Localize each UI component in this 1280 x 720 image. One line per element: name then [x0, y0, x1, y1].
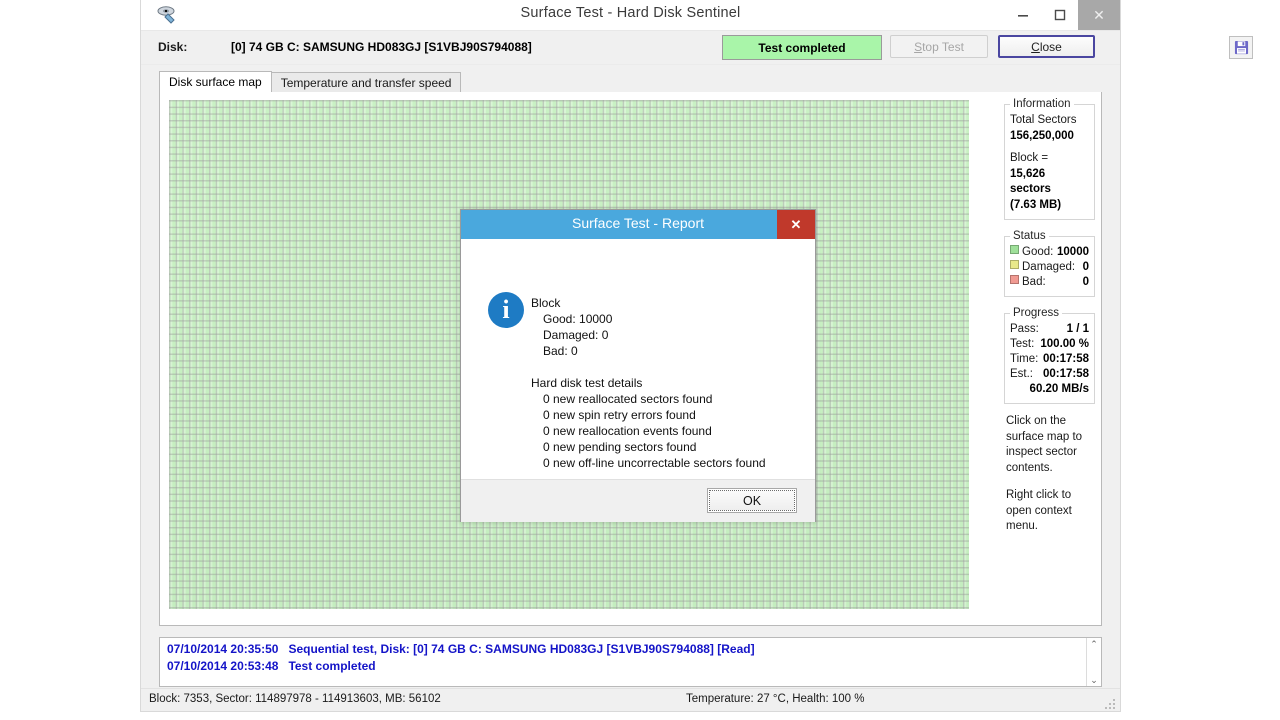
status-bar-block-info: Block: 7353, Sector: 114897978 - 1149136… [149, 693, 441, 705]
log-timestamp: 07/10/2014 20:35:50 [167, 642, 279, 656]
information-group: Information Total Sectors 156,250,000 Bl… [1004, 98, 1095, 220]
tab-strip: Disk surface map Temperature and transfe… [159, 71, 462, 92]
hint-click-surface: Click on the surface map to inspect sect… [1006, 415, 1083, 474]
block-label: Block = [1010, 152, 1049, 164]
dialog-footer: OK [461, 479, 815, 522]
toolbar: Disk: [0] 74 GB C: SAMSUNG HD083GJ [S1VB… [141, 31, 1120, 65]
disk-value: [0] 74 GB C: SAMSUNG HD083GJ [S1VBJ90S79… [231, 40, 532, 54]
log-entry: 07/10/2014 20:53:48 Test completed [160, 658, 1101, 675]
information-legend: Information [1013, 98, 1071, 110]
report-dialog: Surface Test - Report ✕ i Block Good: 10… [460, 209, 816, 522]
total-sectors-label: Total Sectors [1010, 114, 1077, 126]
log-entry: 07/10/2014 20:35:50 Sequential test, Disk… [160, 638, 1101, 658]
dialog-title: Surface Test - Report [571, 215, 705, 231]
tab-temperature-transfer-speed[interactable]: Temperature and transfer speed [270, 72, 462, 92]
bad-color-swatch [1010, 275, 1019, 284]
info-sidebar: Information Total Sectors 156,250,000 Bl… [1004, 98, 1095, 616]
ok-button[interactable]: OK [707, 488, 797, 513]
progress-pass-value: 1 / 1 [1066, 323, 1089, 335]
progress-row-test: Test: 100.00 % [1010, 337, 1089, 352]
test-status-badge: Test completed [722, 35, 882, 60]
progress-row-time: Time: 00:17:58 [1010, 352, 1089, 367]
status-good-label: Good: [1022, 246, 1054, 258]
window-title: Surface Test - Hard Disk Sentinel [520, 5, 741, 21]
status-group: Status Good: 10000 Damaged: 0 Bad: 0 [1004, 230, 1095, 297]
resize-grip-icon[interactable] [1105, 697, 1117, 709]
dialog-details-header: Hard disk test details [531, 376, 643, 390]
progress-row-est: Est.: 00:17:58 [1010, 367, 1089, 382]
status-row-good: Good: 10000 [1010, 245, 1089, 260]
progress-row-pass: Pass: 1 / 1 [1010, 322, 1089, 337]
dialog-block-damaged: Damaged: 0 [543, 328, 609, 342]
damaged-color-swatch [1010, 260, 1019, 269]
scroll-down-icon[interactable]: ⌄ [1090, 675, 1098, 685]
log-scrollbar[interactable]: ⌃ ⌄ [1086, 638, 1101, 686]
block-size-block: Block = 15,626 sectors (7.63 MB) [1010, 151, 1089, 213]
status-row-damaged: Damaged: 0 [1010, 260, 1089, 275]
status-legend: Status [1013, 230, 1046, 242]
progress-test-label: Test: [1010, 338, 1035, 350]
dialog-detail-line: 0 new reallocated sectors found [543, 392, 713, 406]
good-color-swatch [1010, 245, 1019, 254]
progress-legend: Progress [1013, 307, 1060, 319]
progress-time-value: 00:17:58 [1042, 353, 1089, 365]
log-timestamp: 07/10/2014 20:53:48 [167, 659, 279, 673]
block-size: (7.63 MB) [1010, 198, 1062, 211]
status-damaged-value: 0 [1082, 261, 1089, 273]
dialog-detail-line: 0 new spin retry errors found [543, 408, 696, 422]
minimize-button[interactable] [1004, 0, 1041, 30]
stop-test-label: Stop Test [914, 39, 964, 54]
tab-temperature-transfer-speed-label: Temperature and transfer speed [280, 75, 452, 90]
total-sectors-block: Total Sectors 156,250,000 [1010, 113, 1089, 144]
title-bar: Surface Test - Hard Disk Sentinel ✕ [141, 0, 1120, 31]
progress-time-label: Time: [1010, 353, 1039, 365]
status-bar-health-info: Temperature: 27 °C, Health: 100 % [686, 693, 865, 705]
status-bad-label: Bad: [1022, 276, 1046, 288]
status-bad-value: 0 [1082, 276, 1089, 288]
stop-test-button[interactable]: Stop Test [890, 35, 988, 58]
close-button[interactable]: Close [998, 35, 1095, 58]
progress-test-value: 100.00 % [1040, 338, 1089, 350]
log-message: Test completed [288, 659, 376, 673]
tab-disk-surface-map[interactable]: Disk surface map [159, 71, 272, 92]
maximize-button[interactable] [1041, 0, 1078, 30]
window-controls: ✕ [1004, 0, 1120, 30]
screen: Surface Test - Hard Disk Sentinel ✕ Disk… [0, 0, 1280, 720]
status-row-bad: Bad: 0 [1010, 275, 1089, 290]
progress-speed-value: 60.20 MB/s [1029, 383, 1089, 395]
progress-est-label: Est.: [1010, 368, 1034, 380]
dialog-close-icon[interactable]: ✕ [777, 210, 815, 239]
dialog-block-bad: Bad: 0 [543, 344, 578, 358]
dialog-block-header: Block [531, 296, 561, 310]
total-sectors-value: 156,250,000 [1010, 129, 1074, 142]
dialog-message: Block Good: 10000 Damaged: 0 Bad: 0 Hard… [531, 295, 801, 471]
progress-pass-label: Pass: [1010, 323, 1039, 335]
progress-est-value: 00:17:58 [1042, 368, 1089, 380]
status-damaged-label: Damaged: [1022, 261, 1076, 273]
status-good-value: 10000 [1057, 246, 1089, 258]
floppy-save-icon[interactable] [1229, 36, 1253, 59]
dialog-body: i Block Good: 10000 Damaged: 0 Bad: 0 Ha… [461, 239, 815, 479]
dialog-detail-line: 0 new off-line uncorrectable sectors fou… [543, 456, 766, 470]
close-button-label: Close [1031, 39, 1062, 54]
log-message: Sequential test, Disk: [0] 74 GB C: SAMS… [288, 642, 755, 656]
dialog-block-good: Good: 10000 [543, 312, 613, 326]
disk-label: Disk: [158, 40, 188, 54]
dialog-title-bar: Surface Test - Report ✕ [461, 210, 815, 239]
progress-row-speed: 60.20 MB/s [1010, 382, 1089, 397]
info-icon: i [488, 292, 524, 328]
status-bar: Block: 7353, Sector: 114897978 - 1149136… [141, 688, 1120, 711]
progress-group: Progress Pass: 1 / 1 Test: 100.00 % Time… [1004, 307, 1095, 404]
log-panel[interactable]: 07/10/2014 20:35:50 Sequential test, Disk… [159, 637, 1102, 687]
tab-disk-surface-map-label: Disk surface map [169, 75, 262, 89]
hint-right-click: Right click to open context menu. [1006, 489, 1072, 532]
dialog-detail-line: 0 new reallocation events found [543, 424, 712, 438]
block-value: 15,626 sectors [1010, 167, 1051, 196]
close-window-button[interactable]: ✕ [1078, 0, 1120, 30]
scroll-up-icon[interactable]: ⌃ [1090, 639, 1098, 649]
dialog-detail-line: 0 new pending sectors found [543, 440, 697, 454]
